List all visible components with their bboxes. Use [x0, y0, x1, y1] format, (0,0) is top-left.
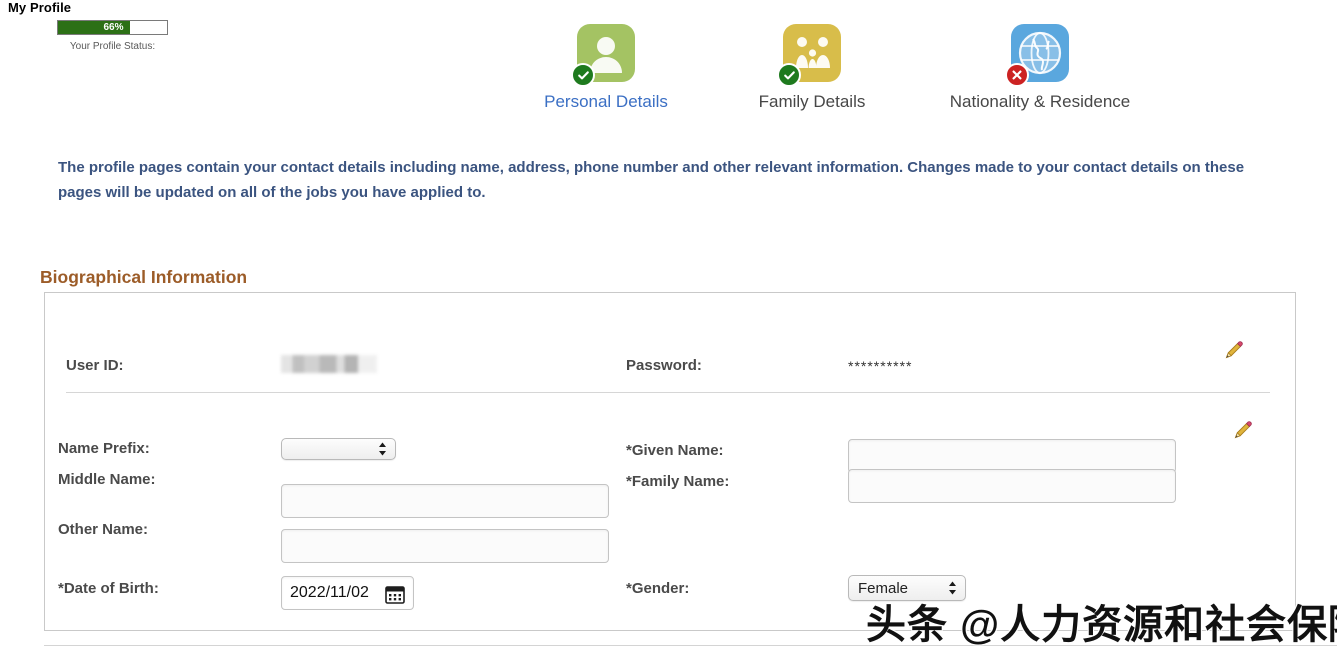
name-prefix-select[interactable] — [281, 438, 396, 460]
given-name-label: *Given Name: — [626, 442, 724, 459]
chevron-updown-icon — [378, 441, 387, 457]
password-value: ********** — [848, 358, 913, 374]
section-title-biographical-information: Biographical Information — [40, 267, 248, 287]
date-of-birth-value: 2022/11/02 — [290, 584, 369, 601]
progress-percent-label: 66% — [103, 22, 124, 33]
tab-personal-details-label: Personal Details — [544, 92, 668, 111]
other-name-input[interactable] — [281, 529, 609, 563]
tab-family-details[interactable]: Family Details — [692, 24, 932, 112]
credentials-row-divider — [66, 392, 1270, 393]
profile-section-tabs: Personal Details Family Details National… — [500, 24, 1200, 119]
gender-label: *Gender: — [626, 580, 690, 597]
check-badge-icon — [777, 63, 801, 87]
given-name-input[interactable] — [848, 439, 1176, 473]
watermark-text: 头条 @人力资源和社会保障部 — [866, 603, 1337, 647]
profile-status-progress-bar: 66% — [57, 20, 168, 35]
tab-family-details-label: Family Details — [758, 92, 866, 111]
nationality-residence-icon-wrap[interactable] — [1005, 24, 1069, 87]
other-name-label: Other Name: — [58, 521, 149, 538]
edit-name-pencil-icon[interactable] — [1231, 420, 1253, 442]
progress-fill: 66% — [58, 21, 130, 34]
middle-name-label: Middle Name: — [58, 471, 156, 488]
tab-nationality-residence-label: Nationality & Residence — [949, 92, 1131, 111]
check-badge-icon — [571, 63, 595, 87]
password-label: Password: — [626, 357, 702, 374]
user-id-label: User ID: — [66, 357, 124, 374]
intro-text: The profile pages contain your contact d… — [58, 159, 1245, 201]
page-title: My Profile — [8, 0, 72, 15]
family-details-icon-wrap[interactable] — [777, 24, 841, 87]
date-of-birth-label: *Date of Birth: — [58, 580, 159, 597]
tab-personal-details[interactable]: Personal Details — [486, 24, 726, 112]
tab-nationality-residence[interactable]: Nationality & Residence — [920, 24, 1160, 112]
personal-details-icon-wrap[interactable] — [571, 24, 635, 87]
calendar-icon[interactable] — [384, 583, 406, 610]
name-prefix-label: Name Prefix: — [58, 440, 150, 457]
error-badge-icon — [1005, 63, 1029, 87]
family-name-label: *Family Name: — [626, 473, 730, 490]
family-name-input[interactable] — [848, 469, 1176, 503]
user-id-value-redacted — [281, 355, 377, 373]
edit-credentials-pencil-icon[interactable] — [1222, 340, 1244, 362]
date-of-birth-input[interactable]: 2022/11/02 — [281, 576, 414, 610]
middle-name-input[interactable] — [281, 484, 609, 518]
progress-caption: Your Profile Status: — [69, 41, 156, 52]
